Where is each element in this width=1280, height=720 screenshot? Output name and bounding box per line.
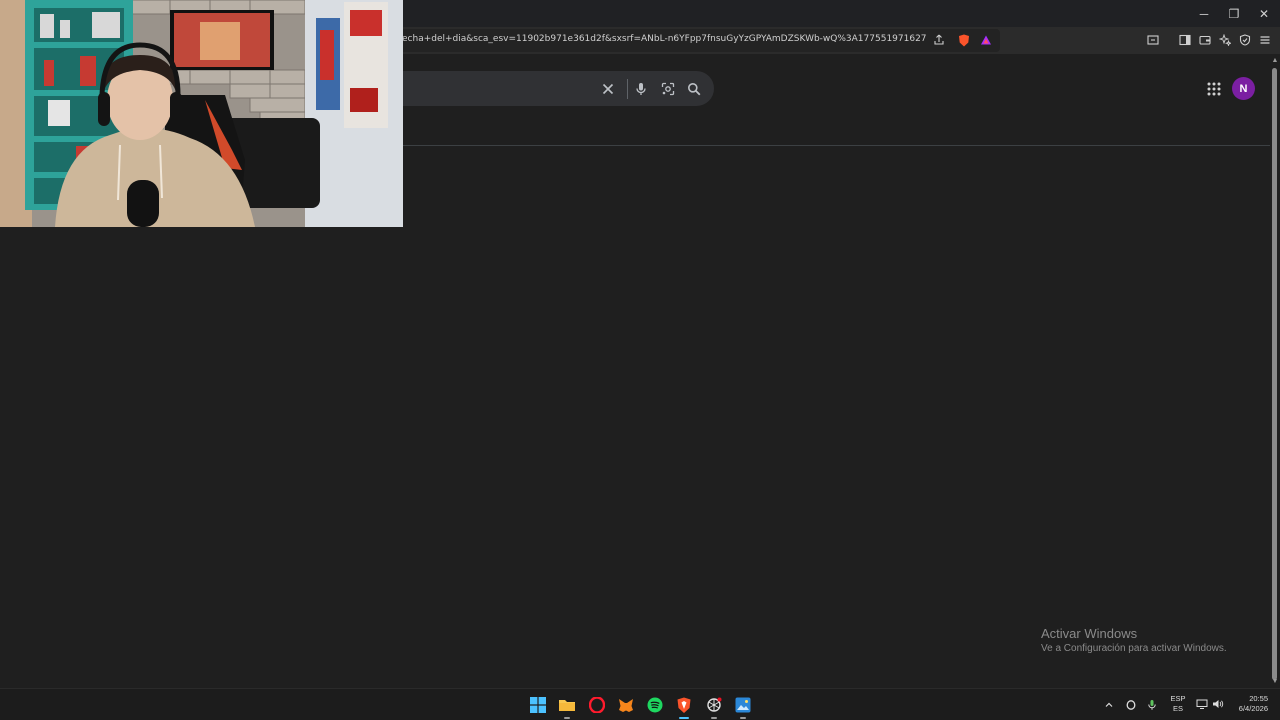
mic-icon[interactable] bbox=[632, 80, 650, 98]
search-divider bbox=[627, 79, 628, 99]
spotify-icon[interactable] bbox=[644, 694, 666, 716]
clock-time: 20:55 bbox=[1249, 694, 1268, 703]
share-icon[interactable] bbox=[930, 31, 948, 49]
minimize-button[interactable]: ─ bbox=[1188, 0, 1220, 27]
leo-ai-icon[interactable] bbox=[1216, 31, 1234, 49]
account-avatar[interactable]: N bbox=[1232, 77, 1255, 100]
system-clock[interactable]: 20:55 6/4/2026 bbox=[1228, 694, 1268, 714]
close-icon[interactable] bbox=[599, 80, 617, 98]
running-indicator bbox=[740, 717, 746, 719]
brave-rewards-icon[interactable] bbox=[977, 31, 995, 49]
microphone-tray-icon[interactable] bbox=[1144, 697, 1160, 713]
volume-icon[interactable] bbox=[1210, 696, 1226, 712]
activate-windows-title: Activar Windows bbox=[1041, 626, 1138, 641]
chevron-up-icon[interactable] bbox=[1101, 697, 1117, 713]
webcam-overlay bbox=[0, 0, 403, 227]
close-window-button[interactable]: ✕ bbox=[1248, 0, 1280, 27]
clock-date: 6/4/2026 bbox=[1238, 704, 1268, 713]
opera-tray-icon[interactable] bbox=[1123, 697, 1139, 713]
running-indicator bbox=[564, 717, 570, 719]
google-apps-icon[interactable] bbox=[1205, 80, 1223, 98]
input-language-indicator[interactable]: ESP ES bbox=[1168, 694, 1188, 714]
metamask-icon[interactable] bbox=[615, 694, 637, 716]
maximize-button[interactable]: ❐ bbox=[1218, 0, 1250, 27]
language-code: ESP bbox=[1170, 694, 1186, 703]
wallet-icon[interactable] bbox=[1196, 31, 1214, 49]
active-indicator bbox=[679, 717, 689, 719]
windows-start-icon[interactable] bbox=[527, 694, 549, 716]
sidebar-icon[interactable] bbox=[1176, 31, 1194, 49]
address-url[interactable]: echa+del+dia&sca_esv=11902b971e361d2f&sx… bbox=[402, 34, 927, 44]
chatgpt-icon[interactable] bbox=[703, 694, 725, 719]
network-icon[interactable] bbox=[1194, 696, 1210, 712]
tab-search-icon[interactable] bbox=[1144, 31, 1162, 49]
running-indicator bbox=[711, 717, 717, 719]
activate-windows-subtitle: Ve a Configuración para activar Windows. bbox=[1041, 643, 1227, 654]
keyboard-layout: ES bbox=[1172, 704, 1183, 713]
menu-icon[interactable] bbox=[1256, 31, 1274, 49]
opera-icon[interactable] bbox=[586, 694, 608, 716]
lens-icon[interactable] bbox=[659, 80, 677, 98]
search-icon[interactable] bbox=[685, 80, 703, 98]
windows-taskbar bbox=[0, 688, 1280, 720]
scroll-down-arrow-icon[interactable]: ▼ bbox=[1271, 678, 1279, 686]
page-scrollbar[interactable]: ▲ ▼ bbox=[1270, 54, 1280, 688]
photos-icon[interactable] bbox=[732, 694, 754, 719]
vpn-shield-icon[interactable] bbox=[1236, 31, 1254, 49]
scroll-up-arrow-icon[interactable]: ▲ bbox=[1271, 57, 1279, 65]
brave-icon[interactable] bbox=[673, 694, 695, 719]
scroll-thumb[interactable] bbox=[1272, 68, 1277, 680]
brave-shields-icon[interactable] bbox=[955, 31, 973, 49]
screen: ─ ❐ ✕ echa+del+dia&sca_esv=11902b971e361… bbox=[0, 0, 1280, 720]
file-explorer-icon[interactable] bbox=[556, 694, 578, 719]
